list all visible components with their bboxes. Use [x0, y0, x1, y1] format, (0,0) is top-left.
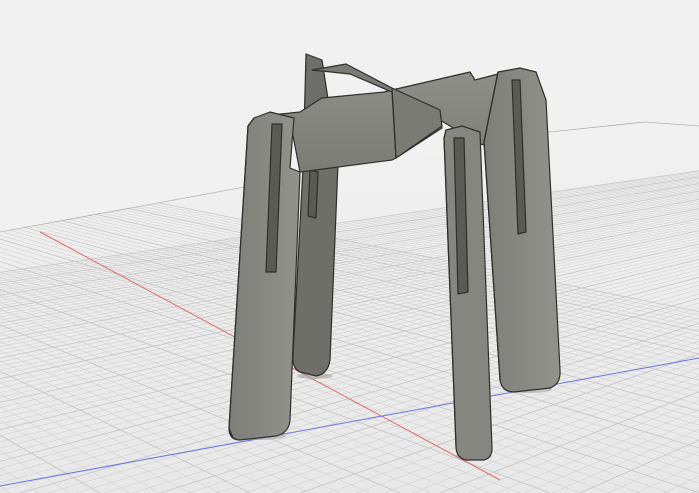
3d-scene[interactable]	[0, 0, 699, 493]
cross-stand-model[interactable]	[228, 53, 561, 461]
front-right-leg	[443, 125, 493, 461]
cad-viewport[interactable]	[0, 0, 699, 493]
back-left-leg-slot	[307, 169, 319, 219]
